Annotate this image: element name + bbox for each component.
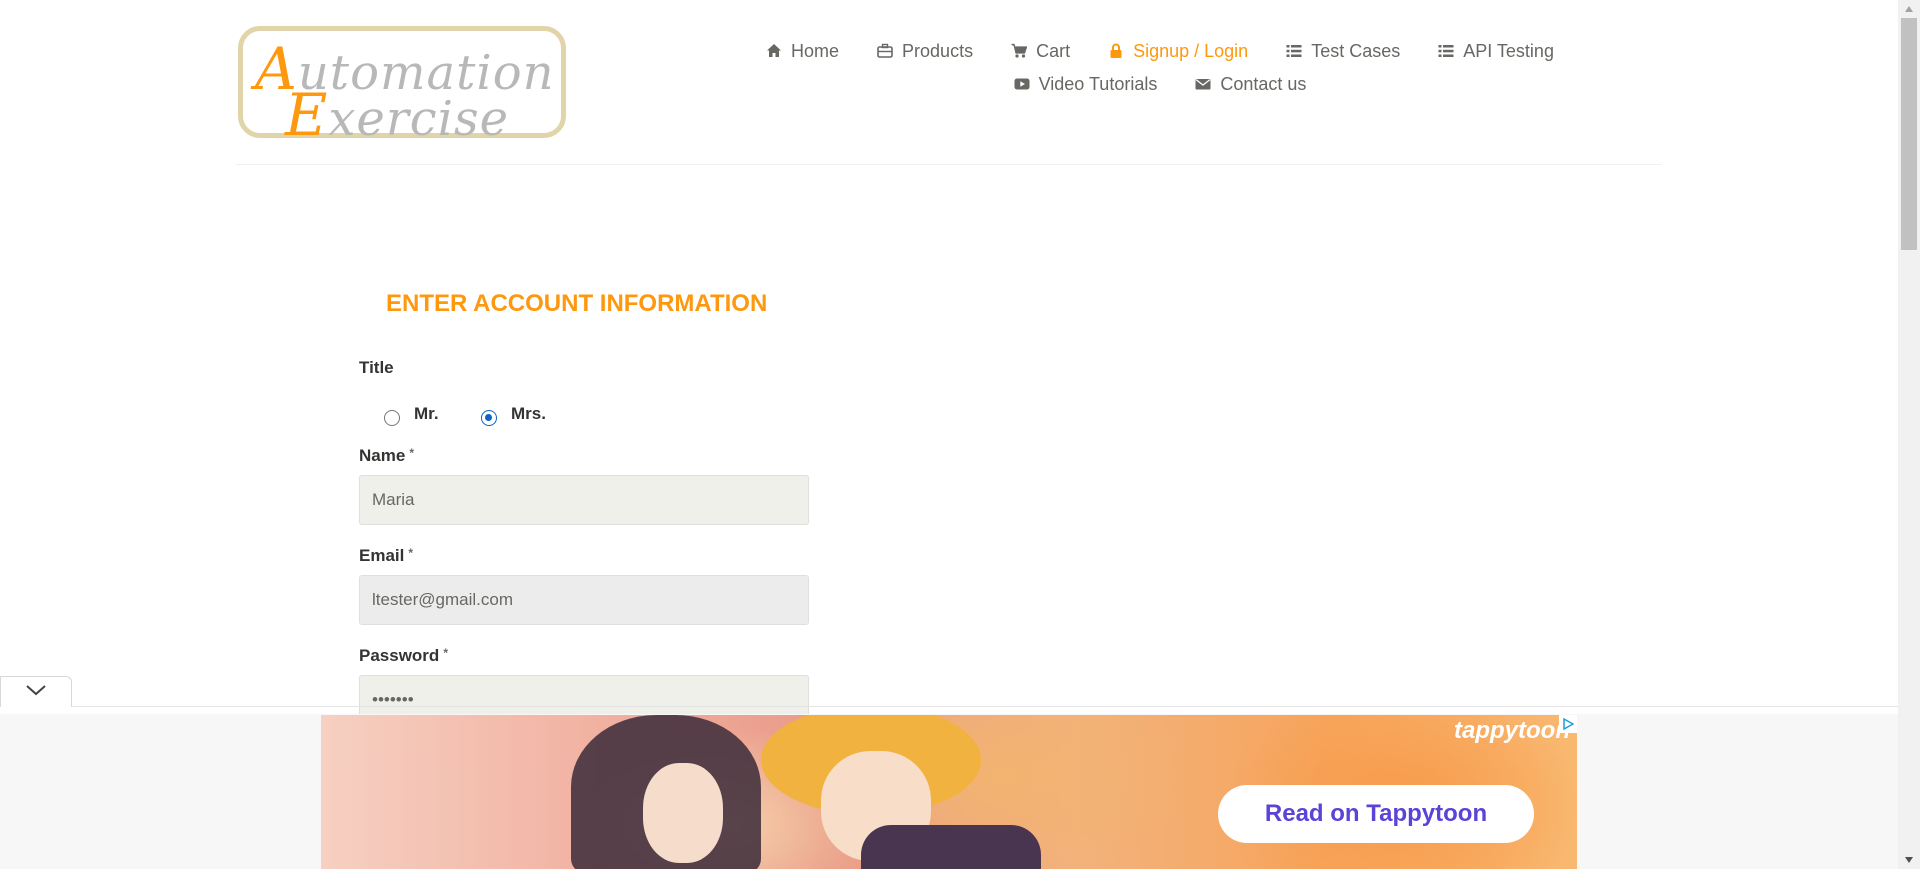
nav-api-testing-label: API Testing — [1463, 40, 1554, 61]
ad-illustration — [861, 825, 1041, 869]
ad-banner[interactable]: tappytoon Read on Tappytoon — [321, 715, 1577, 869]
nav-products-label: Products — [902, 40, 974, 61]
briefcase-icon — [877, 43, 893, 59]
email-label: Email * — [359, 546, 414, 565]
nav-video-tutorials[interactable]: Video Tutorials — [1014, 73, 1158, 95]
ad-brand-logo: tappytoon — [1454, 717, 1570, 744]
required-mark: * — [409, 446, 414, 460]
cart-icon — [1011, 43, 1028, 59]
nav-test-cases-label: Test Cases — [1311, 40, 1401, 61]
list-icon — [1438, 43, 1454, 59]
scroll-down-arrow-icon[interactable] — [1898, 851, 1920, 869]
scrollbar-thumb[interactable] — [1901, 18, 1917, 250]
nav-api-testing[interactable]: API Testing — [1438, 41, 1554, 62]
list-icon — [1286, 43, 1302, 59]
home-icon — [766, 43, 782, 59]
radio-mr[interactable]: Mr. — [384, 402, 439, 426]
ad-illustration — [643, 763, 723, 863]
adchoices-icon[interactable] — [1559, 715, 1577, 733]
site-logo[interactable]: Automation Exercise — [238, 26, 566, 149]
nav-cart-label: Cart — [1036, 40, 1071, 61]
radio-mr-input[interactable] — [384, 410, 400, 426]
nav-video-tutorials-label: Video Tutorials — [1038, 73, 1158, 94]
radio-mrs-input[interactable] — [481, 410, 497, 426]
form-title: ENTER ACCOUNT INFORMATION — [386, 290, 768, 317]
email-input[interactable] — [359, 575, 809, 625]
nav-home[interactable]: Home — [766, 41, 839, 62]
required-mark: * — [443, 646, 448, 660]
name-label: Name * — [359, 446, 414, 465]
youtube-icon — [1014, 76, 1030, 92]
name-input[interactable] — [359, 475, 809, 525]
title-label: Title — [359, 358, 394, 377]
ad-divider — [0, 706, 1898, 707]
radio-mrs[interactable]: Mrs. — [481, 402, 546, 426]
scroll-up-arrow-icon[interactable] — [1898, 0, 1920, 18]
lock-icon — [1108, 43, 1124, 59]
nav-products[interactable]: Products — [877, 41, 973, 62]
nav-signup-login-label: Signup / Login — [1133, 40, 1249, 61]
nav-contact-us-label: Contact us — [1220, 73, 1307, 94]
envelope-icon — [1195, 76, 1211, 92]
page-scrollbar[interactable] — [1898, 0, 1920, 869]
nav-test-cases[interactable]: Test Cases — [1286, 41, 1400, 62]
ad-controls — [1559, 715, 1577, 733]
logo-line-2: Exercise — [285, 81, 510, 149]
radio-mr-label: Mr. — [414, 404, 439, 423]
password-label: Password * — [359, 646, 448, 665]
radio-mrs-label: Mrs. — [511, 404, 546, 423]
header-divider — [236, 164, 1662, 165]
nav-home-label: Home — [791, 40, 840, 61]
nav-signup-login[interactable]: Signup / Login — [1108, 41, 1248, 62]
nav-cart[interactable]: Cart — [1011, 41, 1070, 62]
nav-contact-us[interactable]: Contact us — [1195, 74, 1306, 95]
ad-collapse-toggle[interactable] — [0, 676, 72, 707]
required-mark: * — [408, 546, 414, 560]
main-nav: Home Products Cart Signup / Login Test C… — [720, 36, 1600, 102]
chevron-down-icon — [25, 683, 47, 702]
ad-cta-button[interactable]: Read on Tappytoon — [1218, 785, 1534, 843]
